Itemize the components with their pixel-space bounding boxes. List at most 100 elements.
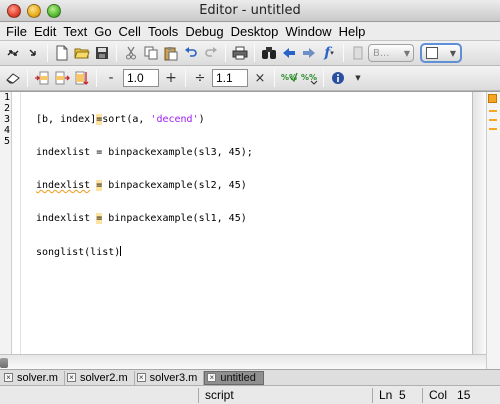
tab-solver[interactable]: × solver.m bbox=[2, 370, 65, 385]
line-number: 2 bbox=[4, 103, 11, 114]
tab-solver2[interactable]: × solver2.m bbox=[65, 370, 135, 385]
line-number: 4 bbox=[4, 125, 11, 136]
editor-window: Editor - untitled File Edit Text Go Cell… bbox=[0, 0, 500, 404]
paste-icon[interactable] bbox=[161, 43, 181, 63]
eraser-icon[interactable] bbox=[3, 68, 23, 88]
line-number: 3 bbox=[4, 114, 11, 125]
line-number: 5 bbox=[4, 136, 11, 147]
multiply-button[interactable]: × bbox=[250, 68, 270, 88]
menu-edit[interactable]: Edit bbox=[32, 24, 61, 39]
increment-button[interactable]: + bbox=[161, 68, 181, 88]
toolbar-separator bbox=[274, 69, 275, 87]
toolbar-separator bbox=[185, 69, 186, 87]
menu-file[interactable]: File bbox=[4, 24, 32, 39]
menu-help[interactable]: Help bbox=[337, 24, 371, 39]
tab-untitled[interactable]: × untitled bbox=[204, 370, 265, 385]
close-tab-icon[interactable]: × bbox=[4, 373, 13, 382]
code-line-3: indexlist = binpackexample(sl2, 45) bbox=[36, 180, 247, 191]
open-folder-icon[interactable] bbox=[72, 43, 92, 63]
copy-icon[interactable] bbox=[141, 43, 161, 63]
toolbar-separator bbox=[254, 44, 255, 62]
status-mode: script bbox=[198, 388, 234, 403]
warning-marker[interactable] bbox=[489, 110, 497, 112]
code-line-5: songlist(list) bbox=[36, 246, 122, 258]
show-cell-titles-icon[interactable]: %% bbox=[299, 68, 319, 88]
eval-cell-advance-icon[interactable] bbox=[52, 68, 72, 88]
find-binoculars-icon[interactable] bbox=[259, 43, 279, 63]
toolbar-separator bbox=[96, 69, 97, 87]
warning-indicator-icon[interactable] bbox=[488, 94, 497, 103]
decrement-button[interactable]: - bbox=[101, 68, 121, 88]
close-tab-icon[interactable]: × bbox=[66, 373, 76, 382]
document-tab-bar: × solver.m × solver2.m × solver3.m × unt… bbox=[0, 369, 500, 385]
toolbar-separator bbox=[27, 69, 28, 87]
message-bar bbox=[486, 92, 500, 370]
code-folding-column bbox=[13, 92, 21, 354]
warning-marker[interactable] bbox=[489, 128, 497, 130]
close-tab-icon[interactable]: × bbox=[136, 373, 146, 382]
string-literal: 'decend' bbox=[150, 114, 199, 125]
forward-arrow-icon[interactable] bbox=[299, 43, 319, 63]
insert-cell-divider-icon[interactable]: %% bbox=[279, 68, 299, 88]
menu-desktop[interactable]: Desktop bbox=[229, 24, 284, 39]
window-layout-dropdown[interactable]: ▼ bbox=[420, 43, 462, 63]
menu-window[interactable]: Window bbox=[283, 24, 336, 39]
divide-button[interactable]: ÷ bbox=[190, 68, 210, 88]
chevron-down-icon: ▼ bbox=[403, 48, 410, 58]
back-arrow-icon[interactable] bbox=[279, 43, 299, 63]
toolbar-separator bbox=[323, 69, 324, 87]
cell-toolbar: - + ÷ × %% %% ▼ bbox=[0, 66, 500, 91]
code-line-2: indexlist = binpackexample(sl3, 45); bbox=[36, 147, 253, 158]
print-icon[interactable] bbox=[230, 43, 250, 63]
chevron-down-icon: ▼ bbox=[449, 48, 456, 58]
tab-solver3[interactable]: × solver3.m bbox=[135, 370, 205, 385]
breakpoint-icon[interactable] bbox=[348, 43, 368, 63]
svg-text:%%: %% bbox=[301, 73, 317, 82]
text-cursor bbox=[120, 246, 122, 256]
dock-arrow-icon[interactable] bbox=[23, 43, 43, 63]
main-toolbar: f ▾ B... ▼ ▼ bbox=[0, 41, 500, 66]
info-icon[interactable] bbox=[328, 68, 348, 88]
stack-dropdown[interactable]: B... ▼ bbox=[368, 44, 414, 62]
eval-cell-icon[interactable] bbox=[32, 68, 52, 88]
new-file-icon[interactable] bbox=[52, 43, 72, 63]
chevron-down-icon[interactable]: ▼ bbox=[348, 68, 368, 88]
code-line-1: [b, index]=sort(a, 'decend') bbox=[36, 114, 205, 125]
undock-icon[interactable] bbox=[3, 43, 23, 63]
function-icon[interactable]: f ▾ bbox=[319, 43, 339, 63]
toolbar-separator bbox=[116, 44, 117, 62]
step-value-2-input[interactable] bbox=[212, 69, 248, 87]
menu-text[interactable]: Text bbox=[61, 24, 92, 39]
warning-marker[interactable] bbox=[489, 119, 497, 121]
toolbar-separator bbox=[343, 44, 344, 62]
menu-tools[interactable]: Tools bbox=[146, 24, 183, 39]
menu-bar: File Edit Text Go Cell Tools Debug Deskt… bbox=[0, 22, 500, 41]
step-value-1-input[interactable] bbox=[123, 69, 159, 87]
status-bar: script Ln 5 Col 15 bbox=[0, 385, 500, 404]
redo-icon[interactable] bbox=[201, 43, 221, 63]
undo-icon[interactable] bbox=[181, 43, 201, 63]
horizontal-scroll-thumb[interactable] bbox=[0, 358, 8, 368]
vertical-scrollbar[interactable] bbox=[472, 92, 486, 354]
toolbar-separator bbox=[47, 44, 48, 62]
status-column: Col 15 bbox=[422, 388, 470, 403]
code-text[interactable]: [b, index]=sort(a, 'decend') indexlist =… bbox=[36, 92, 466, 279]
save-icon[interactable] bbox=[92, 43, 112, 63]
title-bar: Editor - untitled bbox=[0, 0, 500, 22]
menu-go[interactable]: Go bbox=[92, 24, 116, 39]
code-line-4: indexlist = binpackexample(sl1, 45) bbox=[36, 213, 247, 224]
line-number-gutter: 1 2 3 4 5 bbox=[0, 92, 12, 354]
horizontal-scrollbar[interactable] bbox=[0, 354, 486, 370]
toolbar-separator bbox=[225, 44, 226, 62]
code-editor[interactable]: 1 2 3 4 5 [b, index]=sort(a, 'decend') i… bbox=[0, 91, 500, 370]
window-title: Editor - untitled bbox=[199, 3, 301, 18]
menu-debug[interactable]: Debug bbox=[183, 24, 228, 39]
status-line: Ln 5 bbox=[372, 388, 406, 403]
eval-file-icon[interactable] bbox=[72, 68, 92, 88]
line-number: 1 bbox=[4, 92, 11, 103]
stack-dropdown-label: B... bbox=[373, 47, 390, 59]
cut-icon[interactable] bbox=[121, 43, 141, 63]
layout-square-icon bbox=[426, 47, 438, 59]
close-tab-icon[interactable]: × bbox=[207, 373, 217, 382]
menu-cell[interactable]: Cell bbox=[117, 24, 146, 39]
